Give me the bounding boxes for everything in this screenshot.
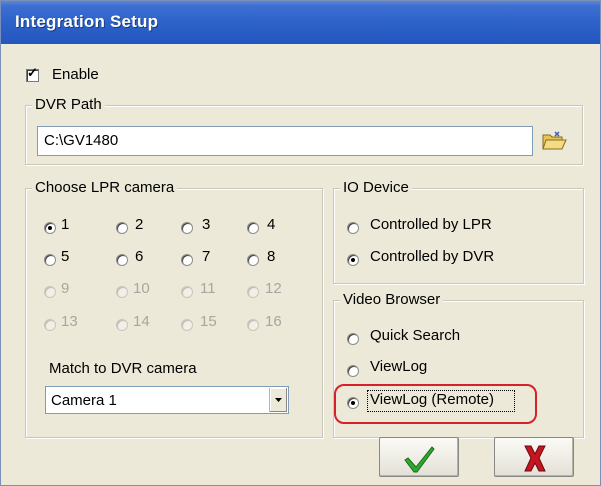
dvr-path-input[interactable]: C:\GV1480 — [37, 126, 533, 156]
lpr-camera-label-10: 10 — [133, 280, 150, 297]
dropdown-button[interactable] — [269, 388, 287, 412]
lpr-camera-radio-7[interactable] — [181, 254, 193, 266]
dvr-camera-select-value: Camera 1 — [51, 392, 117, 409]
title-bar[interactable]: Integration Setup — [1, 1, 600, 44]
lpr-camera-label-2: 2 — [135, 216, 144, 233]
lpr-camera-radio-8[interactable] — [247, 254, 259, 266]
folder-open-icon[interactable] — [538, 125, 570, 157]
dvr-camera-select[interactable]: Camera 1 — [45, 386, 289, 414]
lpr-camera-radio-6[interactable] — [116, 254, 128, 266]
io-device-group: IO Device — [333, 179, 584, 284]
match-dvr-camera-label: Match to DVR camera — [49, 360, 197, 377]
lpr-camera-radio-4[interactable] — [247, 222, 259, 234]
lpr-camera-label-1: 1 — [61, 216, 70, 233]
video-browser-label-quick-search: Quick Search — [370, 327, 461, 344]
io-device-radio-dvr[interactable] — [347, 254, 359, 266]
video-browser-legend: Video Browser — [340, 291, 444, 308]
chevron-down-icon — [275, 398, 282, 402]
video-browser-label-viewlog: ViewLog — [370, 358, 428, 375]
io-device-label-lpr: Controlled by LPR — [370, 216, 492, 233]
lpr-camera-label-15: 15 — [200, 313, 217, 330]
lpr-camera-radio-11 — [181, 286, 193, 298]
highlight-annotation — [334, 384, 537, 424]
lpr-camera-radio-3[interactable] — [181, 222, 193, 234]
radio-selected-dot — [351, 258, 355, 262]
lpr-camera-label-16: 16 — [265, 313, 282, 330]
red-x-icon — [524, 445, 546, 472]
io-device-label-dvr: Controlled by DVR — [370, 248, 495, 265]
lpr-camera-radio-10 — [116, 286, 128, 298]
lpr-camera-label-3: 3 — [202, 216, 211, 233]
dvr-path-value: C:\GV1480 — [44, 132, 119, 149]
window-title: Integration Setup — [15, 12, 159, 31]
cancel-button[interactable] — [494, 437, 574, 477]
lpr-camera-radio-16 — [247, 319, 259, 331]
lpr-camera-label-4: 4 — [267, 216, 276, 233]
lpr-camera-label-14: 14 — [133, 313, 150, 330]
lpr-camera-radio-12 — [247, 286, 259, 298]
lpr-camera-radio-1[interactable] — [44, 222, 56, 234]
video-browser-radio-viewlog[interactable] — [347, 365, 359, 377]
lpr-camera-radio-15 — [181, 319, 193, 331]
lpr-camera-radio-13 — [44, 319, 56, 331]
io-device-legend: IO Device — [340, 179, 412, 196]
green-checkmark-icon — [404, 446, 435, 473]
checkmark-icon: ✓ — [27, 65, 38, 80]
dialog-window: Integration Setup ✓ Enable DVR Path C:\G… — [0, 0, 601, 486]
enable-label[interactable]: Enable — [52, 66, 99, 83]
lpr-camera-radio-5[interactable] — [44, 254, 56, 266]
lpr-camera-label-6: 6 — [135, 248, 144, 265]
lpr-camera-label-7: 7 — [202, 248, 211, 265]
lpr-camera-label-13: 13 — [61, 313, 78, 330]
lpr-camera-radio-9 — [44, 286, 56, 298]
lpr-camera-radio-2[interactable] — [116, 222, 128, 234]
lpr-camera-radio-14 — [116, 319, 128, 331]
radio-selected-dot — [48, 226, 52, 230]
ok-button[interactable] — [379, 437, 459, 477]
lpr-camera-label-5: 5 — [61, 248, 70, 265]
lpr-camera-label-11: 11 — [200, 280, 216, 297]
lpr-camera-label-9: 9 — [61, 280, 70, 297]
video-browser-radio-quick-search[interactable] — [347, 333, 359, 345]
dvr-path-legend: DVR Path — [32, 96, 105, 113]
lpr-camera-label-8: 8 — [267, 248, 276, 265]
enable-checkbox[interactable]: ✓ — [26, 65, 39, 82]
io-device-radio-lpr[interactable] — [347, 222, 359, 234]
lpr-camera-label-12: 12 — [265, 280, 282, 297]
lpr-camera-legend: Choose LPR camera — [32, 179, 178, 196]
